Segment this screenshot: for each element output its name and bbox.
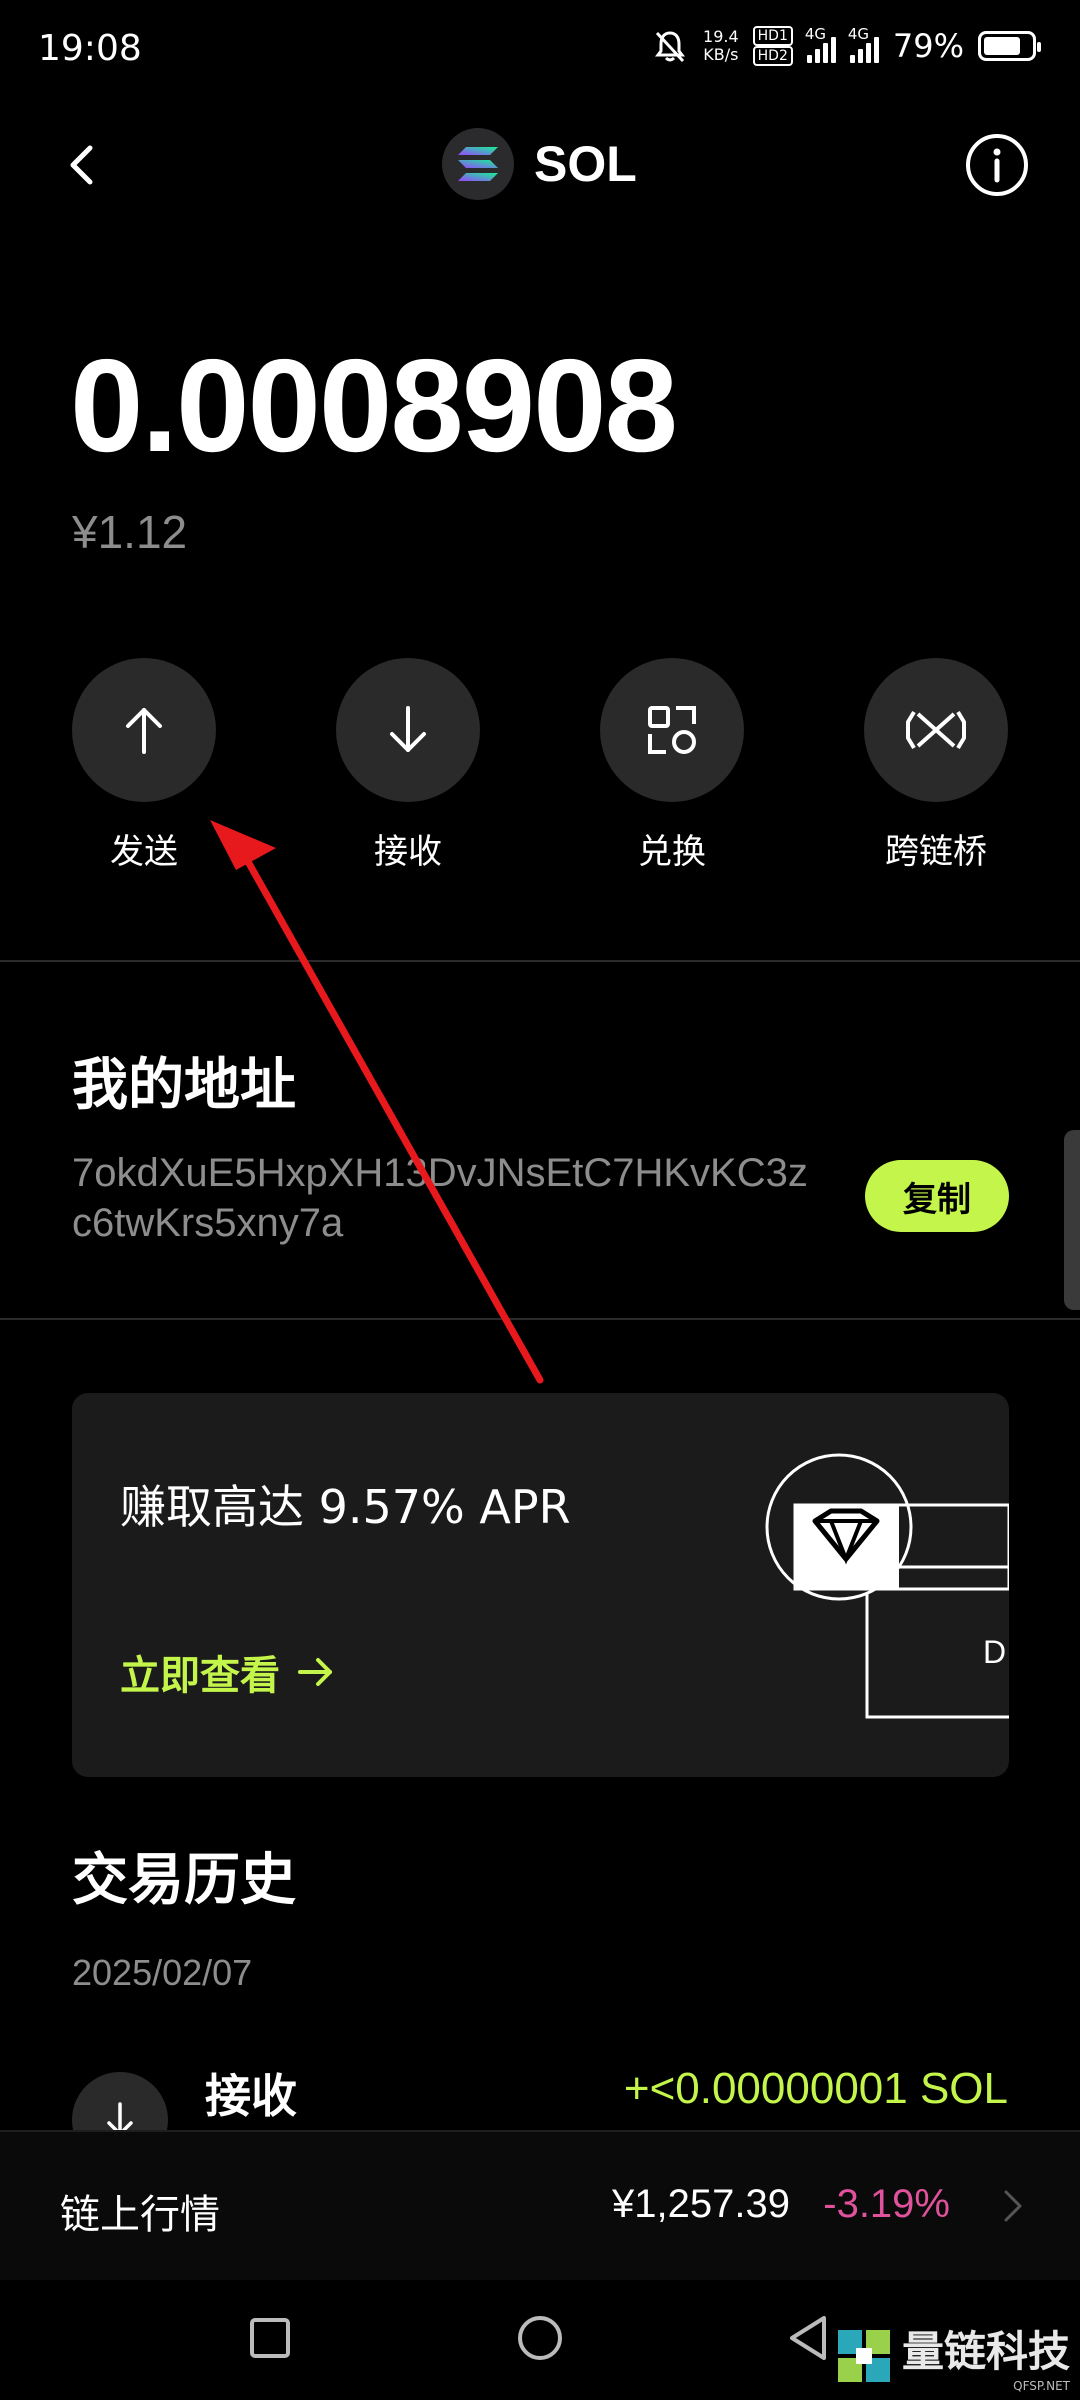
hd-badge-1: HD1 — [752, 26, 793, 46]
address-title: 我的地址 — [72, 1053, 296, 1118]
signal-icon-sim2: 4G — [848, 25, 879, 63]
arrow-down-icon — [336, 658, 480, 802]
swap-button[interactable]: 兑换 — [572, 658, 772, 873]
receive-button[interactable]: 接收 — [308, 658, 508, 873]
view-now-link[interactable]: 立即查看 — [120, 1643, 336, 1701]
circle-icon[interactable] — [510, 2308, 570, 2368]
promo-text: 赚取高达 9.57% APR — [120, 1480, 571, 1534]
wallet-address: 7okdXuE5HxpXH13DvJNsEtC7HKvKC3zc6twKrs5x… — [72, 1151, 808, 1245]
receive-label: 接收 — [374, 832, 442, 872]
watermark-sub: QFSP.NET — [1013, 2379, 1070, 2393]
page-title: SOL — [534, 136, 637, 192]
diamond-icon: D — [765, 1453, 1009, 1719]
chevron-right-icon — [1004, 2190, 1022, 2222]
fiat-value: ¥1.12 — [72, 506, 188, 558]
hd-badges: HD1 HD2 — [752, 26, 793, 66]
side-drawer-handle[interactable] — [1064, 1130, 1080, 1310]
swap-icon — [600, 658, 744, 802]
history-title: 交易历史 — [72, 1848, 296, 1913]
status-time: 19:08 — [38, 28, 142, 69]
svg-text:D: D — [983, 1634, 1006, 1670]
watermark-text: 量链科技 — [901, 2327, 1070, 2376]
market-price: ¥1,257.39 — [612, 2182, 790, 2226]
hd-badge-2: HD2 — [752, 46, 793, 66]
staking-promo-card[interactable]: 赚取高达 9.57% APR 立即查看 D — [72, 1393, 1009, 1777]
history-date: 2025/02/07 — [72, 1952, 253, 1993]
market-change: -3.19% — [823, 2182, 950, 2226]
send-label: 发送 — [110, 832, 178, 872]
header: SOL — [0, 110, 1080, 220]
battery-icon — [978, 31, 1041, 61]
network-speed-unit: KB/s — [703, 45, 739, 64]
transaction-amount: +<0.00000001 SOL — [623, 2064, 1008, 2113]
sim2-type: 4G — [847, 25, 870, 43]
market-label: 链上行情 — [60, 2192, 220, 2238]
copy-button[interactable]: 复制 — [865, 1160, 1009, 1232]
swap-label: 兑换 — [638, 832, 706, 872]
mute-bell-icon — [655, 31, 686, 63]
bridge-button[interactable]: 跨链桥 — [836, 658, 1036, 873]
solana-logo-icon — [442, 128, 514, 200]
square-icon[interactable] — [240, 2308, 300, 2368]
watermark-logo-icon — [837, 2329, 890, 2382]
divider — [0, 960, 1080, 962]
signal-icon-sim1: 4G — [805, 25, 836, 63]
bridge-icon — [864, 658, 1008, 802]
arrow-right-icon — [298, 1658, 332, 1686]
status-bar: 19:08 19.4 KB/s HD1 HD2 4G 4G 79% — [0, 0, 1080, 100]
triangle-back-icon[interactable] — [780, 2308, 840, 2368]
network-speed-value: 19.4 — [703, 27, 739, 46]
battery-percent: 79% — [892, 27, 964, 65]
chevron-left-icon[interactable] — [58, 140, 108, 190]
arrow-up-icon — [72, 658, 216, 802]
bridge-label: 跨链桥 — [885, 832, 987, 872]
sim1-type: 4G — [804, 25, 827, 43]
transaction-label: 接收 — [205, 2069, 297, 2123]
transaction-row[interactable]: 接收 +<0.00000001 SOL — [0, 2060, 1080, 2168]
info-icon[interactable] — [964, 132, 1030, 198]
watermark: 量链科技 QFSP.NET — [834, 2318, 1070, 2393]
divider — [0, 1318, 1080, 1320]
action-row: 发送 接收 兑换 跨链桥 — [0, 658, 1080, 872]
header-title-group: SOL — [442, 128, 637, 200]
send-button[interactable]: 发送 — [44, 658, 244, 873]
market-bar[interactable]: 链上行情 ¥1,257.39 -3.19% — [0, 2130, 1080, 2280]
network-speed: 19.4 KB/s — [703, 28, 739, 64]
token-balance: 0.0008908 — [70, 332, 678, 479]
status-icons: 19.4 KB/s HD1 HD2 4G 4G 79% — [651, 25, 1041, 66]
view-now-label: 立即查看 — [120, 1653, 280, 1699]
